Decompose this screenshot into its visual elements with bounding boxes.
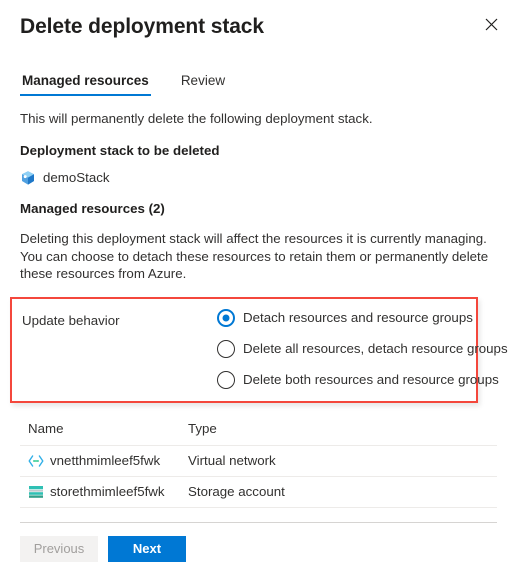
update-behavior-label: Update behavior [22,312,120,328]
description-text: Deleting this deployment stack will affe… [20,231,489,281]
deployment-stack-name: demoStack [43,170,110,185]
table-header-row: Name Type [20,421,497,446]
update-behavior-highlight: Update behavior Detach resources and res… [10,296,508,403]
managed-resources-table: Name Type vnetthmimleef5fwk Virtual netw… [20,421,497,523]
close-icon[interactable] [477,10,505,38]
column-header-name[interactable]: Name [20,421,188,436]
next-button[interactable]: Next [108,535,186,562]
resource-name: vnetthmimleef5fwk [50,452,161,468]
radio-mark-icon [217,370,235,389]
radio-mark-icon [217,308,235,327]
radio-detach-resources-and-resource-groups[interactable]: Detach resources and resource groups [217,308,508,327]
table-footer-divider [20,508,497,523]
resource-name: storethmimleef5fwk [50,483,165,499]
radio-delete-all-resources-detach-resource-groups[interactable]: Delete all resources, detach resource gr… [217,339,508,358]
update-behavior-radio-group: Detach resources and resource groups Del… [217,308,508,389]
wizard-footer: Previous Next [20,523,497,562]
table-row[interactable]: vnetthmimleef5fwk Virtual network [20,446,497,477]
page-title: Delete deployment stack [20,15,264,38]
radio-label: Delete both resources and resource group… [243,371,499,387]
previous-button[interactable]: Previous [20,535,98,562]
radio-label: Delete all resources, detach resource gr… [243,340,508,356]
stack-section-label: Deployment stack to be deleted [20,143,220,158]
tab-review-label: Review [180,73,226,88]
resource-type: Virtual network [188,452,276,468]
tab-review[interactable]: Review [179,72,227,96]
table-row[interactable]: storethmimleef5fwk Storage account [20,477,497,508]
virtual-network-icon [28,454,44,468]
resource-type: Storage account [188,483,285,499]
radio-mark-icon [217,339,235,358]
tab-list: Managed resources Review [0,66,517,96]
column-header-type[interactable]: Type [188,421,497,436]
radio-delete-both-resources-and-resource-groups[interactable]: Delete both resources and resource group… [217,370,508,389]
panel-content: This will permanently delete the followi… [0,110,517,562]
tab-managed-resources[interactable]: Managed resources [20,72,151,96]
storage-account-icon [28,485,44,499]
managed-resources-count-label: Managed resources (2) [20,201,165,216]
deployment-stack-row[interactable]: demoStack [20,169,497,187]
radio-label: Detach resources and resource groups [243,309,473,325]
intro-text: This will permanently delete the followi… [20,111,373,126]
deployment-stack-icon [20,170,36,186]
panel-header: Delete deployment stack [0,0,517,44]
tab-managed-resources-label: Managed resources [22,73,149,88]
